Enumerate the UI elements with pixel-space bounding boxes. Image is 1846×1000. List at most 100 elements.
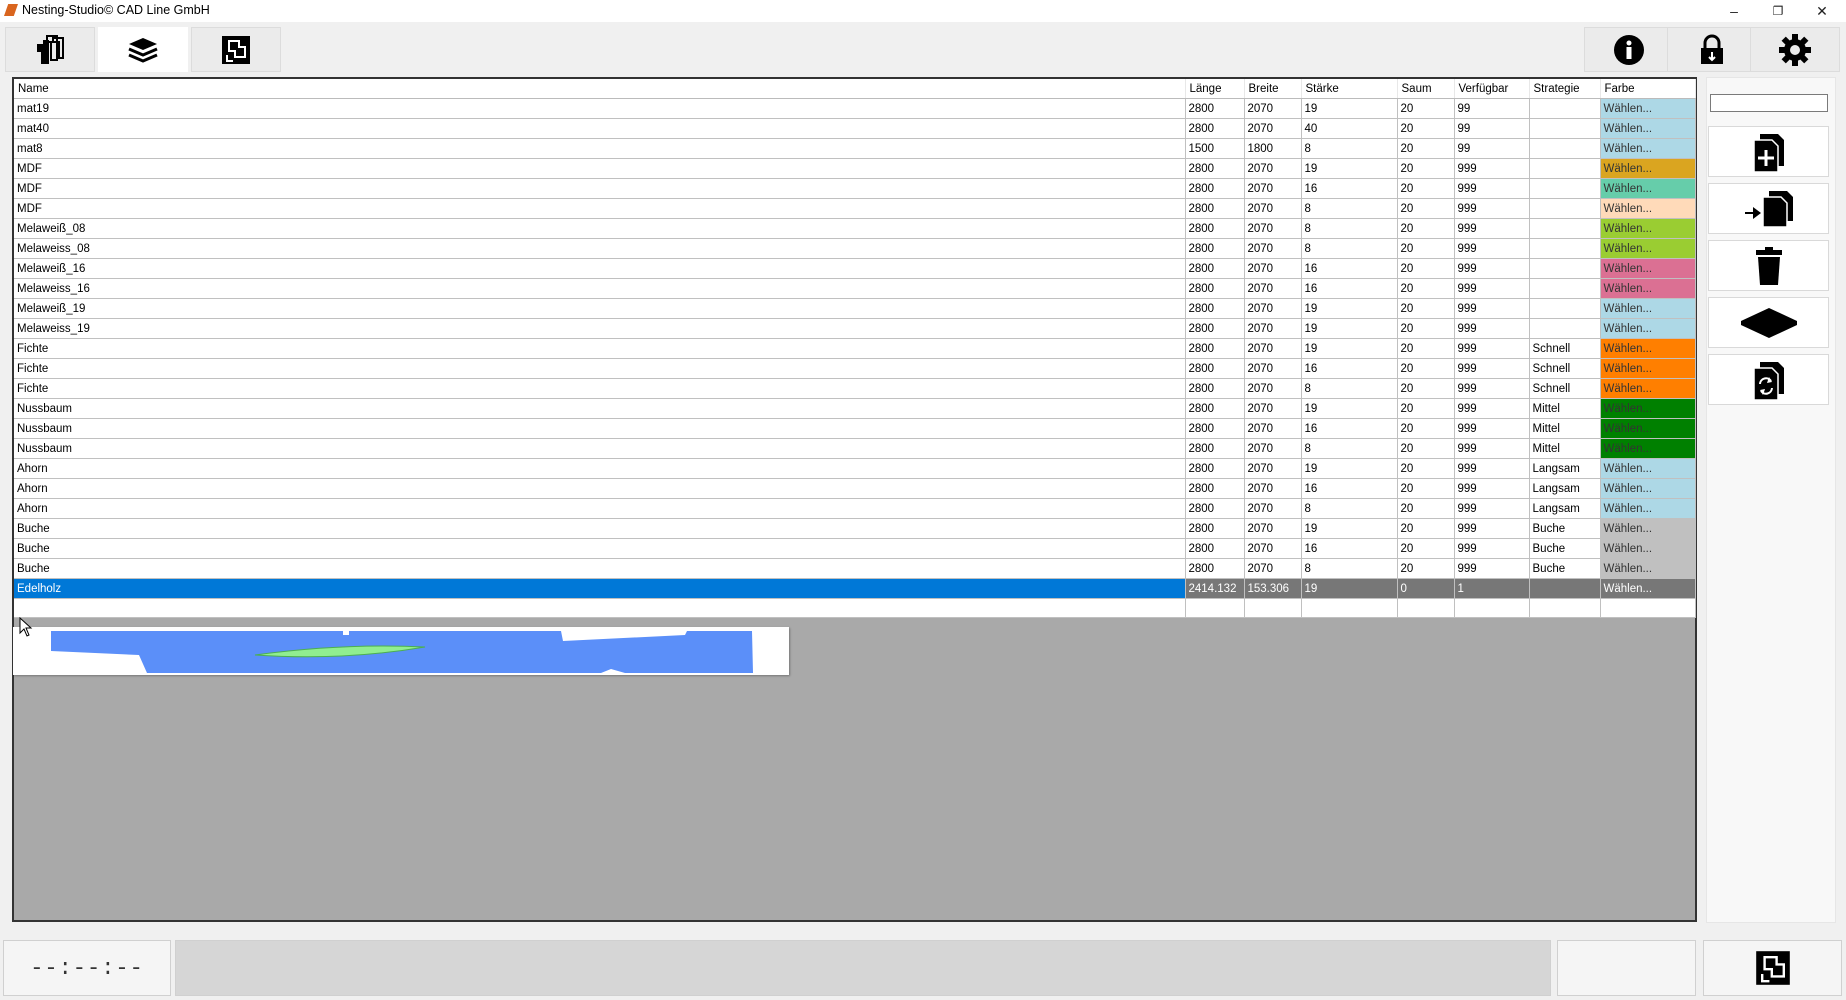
color-choose-cell[interactable]: Wählen... [1600,558,1696,579]
table-row[interactable]: Buche 2800 2070 16 20 999 Buche Wählen... [14,538,1696,559]
table-row[interactable]: mat40 2800 2070 40 20 99 Wählen... [14,118,1696,139]
trash-icon [1755,246,1782,285]
table-row[interactable]: Nussbaum 2800 2070 19 20 999 Mittel Wählen... [14,398,1696,419]
cell-verfuegbar: 999 [1454,498,1530,519]
table-row[interactable]: Fichte 2800 2070 19 20 999 Schnell Wählen... [14,338,1696,359]
color-choose-cell[interactable]: Wählen... [1600,478,1696,499]
add-material-button[interactable] [1708,126,1829,177]
color-choose-cell[interactable]: Wählen... [1600,178,1696,199]
cell-strategie [1529,158,1601,179]
column-header-laenge[interactable]: Länge [1185,79,1245,99]
restore-button[interactable]: ❐ [1756,0,1800,22]
column-header-verfuegbar[interactable]: Verfügbar [1454,79,1530,99]
table-row[interactable]: Buche 2800 2070 19 20 999 Buche Wählen... [14,518,1696,539]
cell-laenge: 2800 [1185,218,1245,239]
color-choose-cell[interactable]: Wählen... [1600,158,1696,179]
empty-cell [1301,598,1398,618]
color-choose-cell[interactable]: Wählen... [1600,458,1696,479]
color-choose-cell[interactable]: Wählen... [1600,318,1696,339]
column-header-staerke[interactable]: Stärke [1301,79,1398,99]
cell-breite: 2070 [1244,158,1302,179]
color-choose-cell[interactable]: Wählen... [1600,518,1696,539]
table-row[interactable]: Melaweiss_08 2800 2070 8 20 999 Wählen... [14,238,1696,259]
color-choose-cell[interactable]: Wählen... [1600,398,1696,419]
cell-verfuegbar: 999 [1454,258,1530,279]
tab-nesting[interactable] [191,27,281,72]
color-choose-cell[interactable]: Wählen... [1600,238,1696,259]
cell-breite: 2070 [1244,478,1302,499]
table-row[interactable]: Melaweiss_16 2800 2070 16 20 999 Wählen... [14,278,1696,299]
cell-saum: 20 [1397,458,1455,479]
color-choose-cell[interactable]: Wählen... [1600,338,1696,359]
color-choose-cell[interactable]: Wählen... [1600,118,1696,139]
cell-staerke: 16 [1301,538,1398,559]
table-row[interactable]: MDF 2800 2070 8 20 999 Wählen... [14,198,1696,219]
table-row[interactable]: Ahorn 2800 2070 8 20 999 Langsam Wählen... [14,498,1696,519]
cell-saum: 20 [1397,218,1455,239]
table-row[interactable]: Edelholz 2414.132 153.306 19 0 1 Wählen... [14,578,1696,599]
delete-material-button[interactable] [1708,240,1829,291]
start-nesting-button[interactable] [1703,940,1842,996]
color-choose-cell[interactable]: Wählen... [1600,378,1696,399]
table-row[interactable]: mat8 1500 1800 8 20 99 Wählen... [14,138,1696,159]
color-choose-cell[interactable]: Wählen... [1600,358,1696,379]
cell-name: Nussbaum [14,418,1186,439]
table-row[interactable]: Buche 2800 2070 8 20 999 Buche Wählen... [14,558,1696,579]
cell-saum: 20 [1397,498,1455,519]
settings-button[interactable] [1750,27,1840,72]
cell-saum: 20 [1397,258,1455,279]
column-header-saum[interactable]: Saum [1397,79,1455,99]
table-row[interactable]: Ahorn 2800 2070 16 20 999 Langsam Wählen... [14,478,1696,499]
cell-strategie: Mittel [1529,418,1601,439]
close-button[interactable]: ✕ [1800,0,1844,22]
empty-cell [1185,598,1245,618]
table-row[interactable]: Melaweiß_08 2800 2070 8 20 999 Wählen... [14,218,1696,239]
table-row[interactable]: Fichte 2800 2070 8 20 999 Schnell Wählen... [14,378,1696,399]
refresh-material-button[interactable] [1708,354,1829,405]
tab-parts[interactable] [5,27,95,72]
table-row[interactable]: Melaweiss_19 2800 2070 19 20 999 Wählen... [14,318,1696,339]
color-choose-cell[interactable]: Wählen... [1600,298,1696,319]
cell-breite: 2070 [1244,258,1302,279]
sheet-button[interactable] [1708,297,1829,348]
column-header-breite[interactable]: Breite [1244,79,1302,99]
column-header-farbe[interactable]: Farbe [1600,79,1696,99]
table-row[interactable]: MDF 2800 2070 16 20 999 Wählen... [14,178,1696,199]
table-row[interactable]: Melaweiß_16 2800 2070 16 20 999 Wählen... [14,258,1696,279]
import-material-button[interactable] [1708,183,1829,234]
cell-staerke: 16 [1301,178,1398,199]
column-header-strategie[interactable]: Strategie [1529,79,1601,99]
cell-strategie: Mittel [1529,438,1601,459]
color-choose-cell[interactable]: Wählen... [1600,198,1696,219]
color-choose-cell[interactable]: Wählen... [1600,418,1696,439]
table-row[interactable]: Melaweiß_19 2800 2070 19 20 999 Wählen... [14,298,1696,319]
cell-name: Ahorn [14,478,1186,499]
color-choose-cell[interactable]: Wählen... [1600,278,1696,299]
lock-button[interactable] [1667,27,1757,72]
table-row[interactable]: Nussbaum 2800 2070 8 20 999 Mittel Wählen... [14,438,1696,459]
tab-layers[interactable] [98,27,188,72]
table-row[interactable]: Ahorn 2800 2070 19 20 999 Langsam Wählen... [14,458,1696,479]
table-row[interactable]: MDF 2800 2070 19 20 999 Wählen... [14,158,1696,179]
table-row[interactable]: mat19 2800 2070 19 20 99 Wählen... [14,98,1696,119]
cell-breite: 2070 [1244,398,1302,419]
table-row[interactable]: Fichte 2800 2070 16 20 999 Schnell Wählen... [14,358,1696,379]
cell-strategie: Schnell [1529,378,1601,399]
minimize-button[interactable]: – [1712,0,1756,22]
color-choose-cell[interactable]: Wählen... [1600,538,1696,559]
column-header-name[interactable]: Name [14,79,1186,99]
info-button[interactable] [1584,27,1674,72]
color-choose-cell[interactable]: Wählen... [1600,258,1696,279]
cell-breite: 2070 [1244,238,1302,259]
color-choose-cell[interactable]: Wählen... [1600,218,1696,239]
table-row[interactable]: Nussbaum 2800 2070 16 20 999 Mittel Wählen... [14,418,1696,439]
color-choose-cell[interactable]: Wählen... [1600,138,1696,159]
cell-strategie [1529,178,1601,199]
cell-saum: 20 [1397,278,1455,299]
color-choose-cell[interactable]: Wählen... [1600,98,1696,119]
color-choose-cell[interactable]: Wählen... [1600,578,1696,599]
empty-cell [1454,598,1530,618]
side-filter-input[interactable] [1710,94,1828,112]
color-choose-cell[interactable]: Wählen... [1600,438,1696,459]
color-choose-cell[interactable]: Wählen... [1600,498,1696,519]
